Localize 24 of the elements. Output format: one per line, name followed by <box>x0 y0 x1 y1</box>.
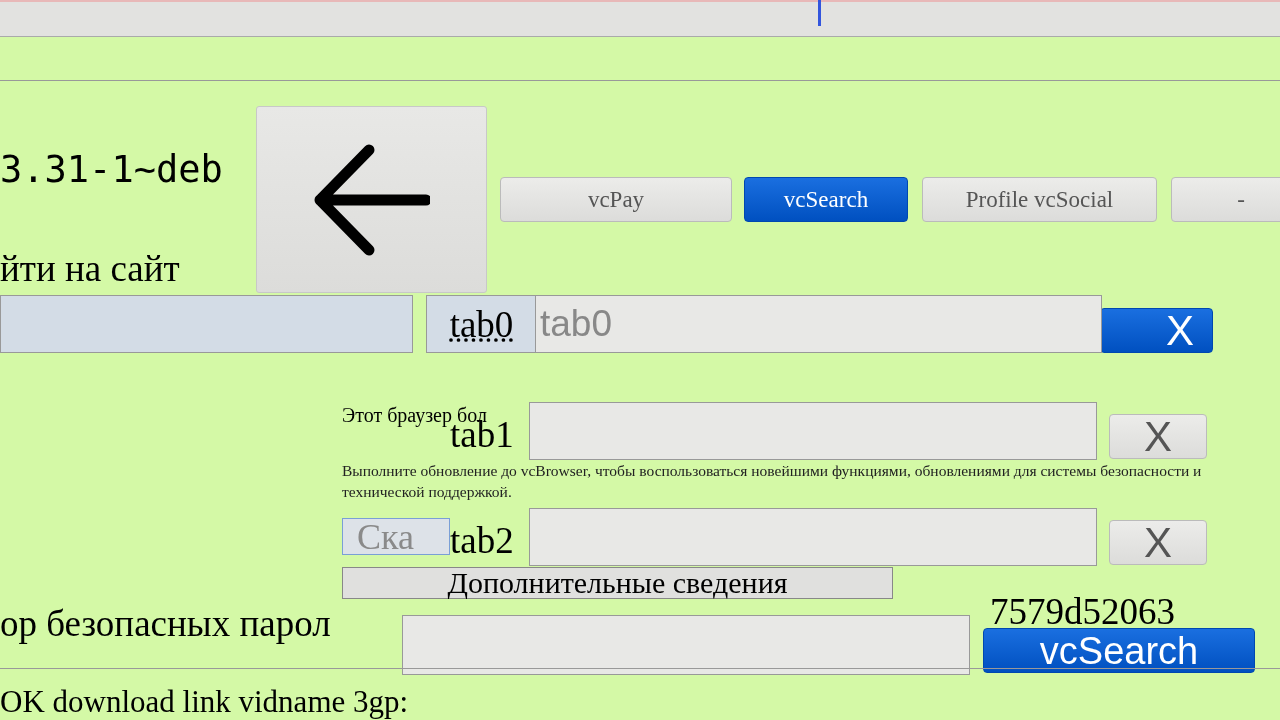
search-field[interactable] <box>402 615 970 675</box>
close-button[interactable]: X <box>1100 308 1213 353</box>
close-button[interactable]: X <box>1109 520 1207 565</box>
site-link-text: йти на сайт <box>0 247 180 290</box>
tab-label[interactable]: tab2 <box>450 522 514 559</box>
nav-button[interactable]: Profile vcSocial <box>922 177 1157 222</box>
tab-field[interactable] <box>529 508 1097 566</box>
tab-field[interactable] <box>529 402 1097 460</box>
nav-button[interactable]: vcSearch <box>744 177 908 222</box>
tab-field[interactable]: tab0 <box>535 295 1102 353</box>
password-text: ор безопасных парол <box>0 602 331 645</box>
download-link-text: OK download link vidname 3gp: <box>0 684 409 720</box>
search-button[interactable]: vcSearch <box>983 628 1255 673</box>
more-info-button[interactable]: Дополнительные сведения <box>342 567 893 599</box>
back-button[interactable] <box>256 106 487 293</box>
version-text: 3.31-1~deb <box>0 148 223 191</box>
address-field[interactable] <box>0 295 413 353</box>
tab-label[interactable]: tab0 <box>426 295 536 353</box>
back-arrow-icon <box>313 143 430 256</box>
update-text: Выполните обновление до vcBrowser, чтобы воспользоваться новейшими функциями, обновлениями для системы безопасности и технической поддержкой. <box>342 461 1203 502</box>
nav-button[interactable]: - <box>1171 177 1280 222</box>
close-button[interactable]: X <box>1109 414 1207 459</box>
text-cursor <box>818 0 821 26</box>
nav-button[interactable]: vcPay <box>500 177 732 222</box>
